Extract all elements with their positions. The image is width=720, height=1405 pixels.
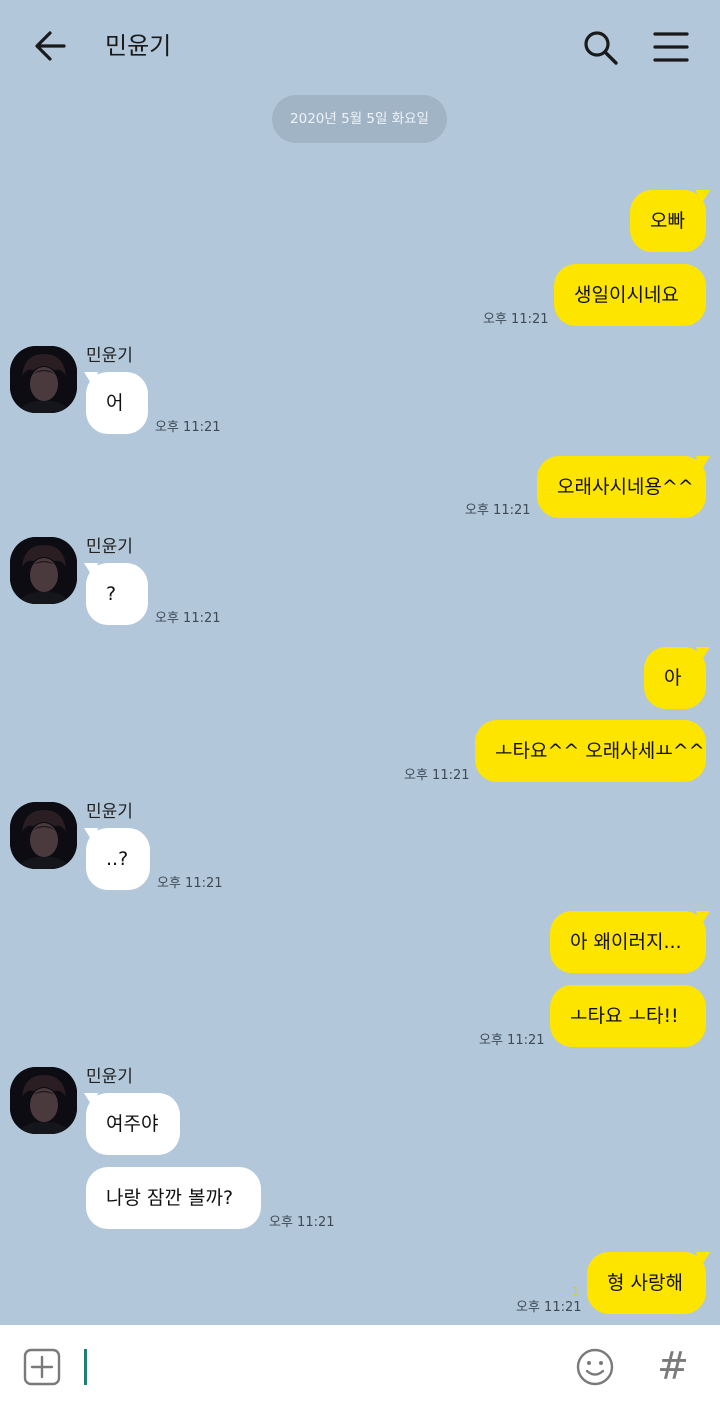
their-message-bubble[interactable]: 여주야	[86, 1093, 180, 1155]
message-time: 오후 11:21	[465, 503, 531, 518]
message-text: 아 왜이러지...	[570, 931, 682, 953]
message-time: 오후 11:21	[269, 1215, 335, 1230]
message-text: ?	[106, 583, 117, 605]
message-time: 오후 11:21	[479, 1033, 545, 1048]
my-message-bubble[interactable]: ㅗ타요 ㅗ타!!	[550, 985, 706, 1047]
unread-count: 1	[572, 1285, 579, 1298]
their-message-bubble[interactable]: ..?	[86, 828, 150, 890]
their-message-bubble[interactable]: 어	[86, 372, 148, 434]
my-message-bubble[interactable]: 오빠	[630, 190, 706, 252]
sender-name: 민윤기	[86, 802, 133, 822]
bubble-tail	[696, 1252, 710, 1268]
text-cursor	[84, 1349, 87, 1385]
my-message-bubble[interactable]: 오래사시네용^^	[537, 456, 706, 518]
bubble-tail	[696, 647, 710, 663]
menu-icon[interactable]	[652, 28, 690, 66]
date-divider: 2020년 5월 5일 화요일	[272, 95, 447, 143]
profile-photo	[10, 1067, 77, 1134]
avatar[interactable]	[10, 802, 77, 869]
chat-header: 민윤기	[0, 0, 720, 92]
profile-photo	[10, 802, 77, 869]
bubble-tail	[696, 911, 710, 927]
message-text: 어	[106, 392, 124, 414]
sender-name: 민윤기	[86, 1067, 133, 1087]
message-time: 오후 11:21	[516, 1300, 582, 1315]
bubble-tail	[696, 456, 710, 472]
chat-title: 민윤기	[105, 32, 172, 60]
message-time: 오후 11:21	[155, 611, 221, 626]
message-text: ㅗ타요^^ 오래사세ㅛ^^	[495, 740, 705, 762]
message-time: 오후 11:21	[483, 312, 549, 327]
message-text: 오래사시네용^^	[557, 476, 694, 498]
my-message-bubble[interactable]: 생일이시네요	[554, 264, 706, 326]
sender-name: 민윤기	[86, 537, 133, 557]
message-text: 나랑 잠깐 볼까?	[106, 1187, 234, 1209]
search-icon[interactable]	[580, 27, 620, 67]
message-text: 생일이시네요	[574, 284, 679, 306]
smiley-icon[interactable]	[575, 1347, 615, 1387]
back-arrow-icon[interactable]	[30, 26, 70, 66]
my-message-bubble[interactable]: ㅗ타요^^ 오래사세ㅛ^^	[475, 720, 706, 782]
message-time: 오후 11:21	[404, 768, 470, 783]
their-message-bubble[interactable]: 나랑 잠깐 볼까?	[86, 1167, 261, 1229]
message-text: 여주야	[106, 1113, 159, 1135]
message-text: 오빠	[650, 210, 685, 232]
their-message-bubble[interactable]: ?	[86, 563, 148, 625]
my-message-bubble[interactable]: 아 왜이러지...	[550, 911, 706, 973]
my-message-bubble[interactable]: 형 사랑해	[587, 1252, 706, 1314]
hash-icon[interactable]: #	[655, 1343, 691, 1389]
profile-photo	[10, 346, 77, 413]
plus-icon[interactable]	[22, 1347, 62, 1387]
message-text: 아	[664, 667, 682, 689]
message-input[interactable]	[94, 1345, 558, 1391]
sender-name: 민윤기	[86, 346, 133, 366]
message-time: 오후 11:21	[155, 420, 221, 435]
profile-photo	[10, 537, 77, 604]
message-text: ..?	[106, 848, 129, 870]
message-text: 형 사랑해	[607, 1272, 683, 1294]
message-time: 오후 11:21	[157, 876, 223, 891]
avatar[interactable]	[10, 346, 77, 413]
avatar[interactable]	[10, 537, 77, 604]
message-text: ㅗ타요 ㅗ타!!	[570, 1005, 679, 1027]
bubble-tail	[696, 190, 710, 206]
avatar[interactable]	[10, 1067, 77, 1134]
